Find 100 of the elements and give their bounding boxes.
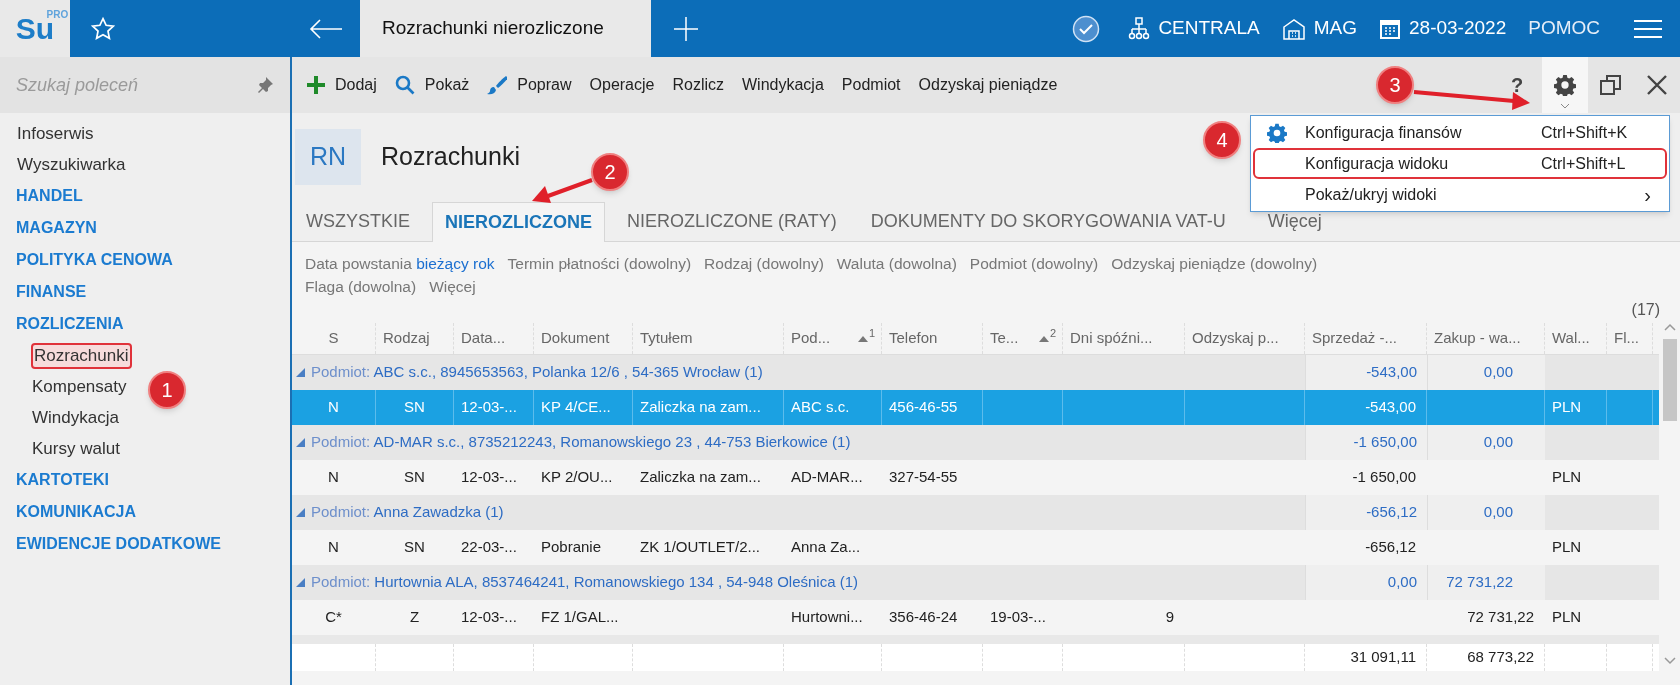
- nav-section[interactable]: HANDEL: [16, 184, 83, 208]
- toolbar-button[interactable]: Operacje: [589, 73, 655, 97]
- column-header[interactable]: Rodzaj: [376, 323, 454, 354]
- filter-link[interactable]: Więcej: [429, 275, 476, 298]
- tab[interactable]: NIEROZLICZONE (RATY): [615, 201, 849, 241]
- total-sum: 68 773,22: [1467, 647, 1534, 668]
- column-header[interactable]: S: [292, 323, 376, 354]
- menu-label: Konfiguracja finansów: [1305, 122, 1463, 143]
- plus-icon[interactable]: [673, 15, 699, 42]
- table-row[interactable]: N SN 22-03-... Pobranie ZK 1/OUTLET/2... Anna Za... -656,12 PLN: [292, 530, 1659, 565]
- column-header[interactable]: Wal...: [1545, 323, 1607, 354]
- group-sum: 0,00: [1427, 495, 1545, 530]
- status-label[interactable]: CENTRALA: [1158, 14, 1260, 43]
- column-header[interactable]: Dni spóźni...: [1063, 323, 1185, 354]
- table-cell-text: SN: [404, 537, 425, 558]
- menu-icon[interactable]: [1634, 18, 1662, 39]
- tab[interactable]: DOKUMENTY DO SKORYGOWANIA VAT-U: [858, 201, 1238, 241]
- table-cell-text: SN: [404, 397, 425, 418]
- table-cell-text: FZ 1/GAL...: [541, 607, 619, 628]
- table-cell-text: 22-03-...: [461, 537, 517, 558]
- nav-section[interactable]: EWIDENCJE DODATKOWE: [16, 532, 222, 556]
- nav-item[interactable]: Kompensaty: [31, 373, 128, 400]
- search-input[interactable]: Szukaj poleceń: [16, 71, 236, 99]
- collapse-icon[interactable]: [296, 368, 305, 377]
- restore-icon: [1600, 74, 1622, 96]
- back-arrow-icon[interactable]: [309, 18, 343, 39]
- document-tab[interactable]: Rozrachunki nierozliczone: [360, 0, 651, 57]
- column-header[interactable]: Dokument: [534, 323, 633, 354]
- tab[interactable]: WSZYSTKIE: [294, 201, 422, 241]
- toolbar-button[interactable]: Podmiot: [841, 73, 901, 97]
- column-header[interactable]: Te... 2: [983, 323, 1063, 354]
- toolbar-button[interactable]: Popraw: [487, 73, 572, 97]
- filter-link[interactable]: Podmiot (dowolny): [969, 252, 1099, 275]
- column-header[interactable]: Zakup - wa...: [1427, 323, 1545, 354]
- table-cell-text: 12-03-...: [461, 397, 517, 418]
- filter-link[interactable]: Odzyskaj pieniądze (dowolny): [1111, 252, 1318, 275]
- collapse-icon[interactable]: [296, 438, 305, 447]
- table-cell-text: ZK 1/OUTLET/2...: [640, 537, 761, 558]
- table-cell-text: 356-46-24: [889, 607, 958, 628]
- scroll-up-icon[interactable]: [1663, 323, 1676, 331]
- status-label[interactable]: MAG: [1313, 14, 1357, 43]
- sort-icon: [857, 335, 868, 342]
- nav-section[interactable]: ROZLICZENIA: [16, 312, 124, 336]
- table-cell-text: N: [328, 397, 339, 418]
- network-icon[interactable]: [1128, 16, 1151, 41]
- scrollbar-thumb[interactable]: [1662, 339, 1677, 421]
- tab[interactable]: NIEROZLICZONE: [432, 202, 605, 242]
- pin-icon[interactable]: [256, 76, 274, 94]
- help-button[interactable]: ?: [1492, 70, 1542, 100]
- nav-section[interactable]: MAGAZYN: [16, 216, 97, 240]
- table-row[interactable]: C* Z 12-03-... FZ 1/GAL... Hurtowni... 356-46-24 19-03-... 9 72 731,22 PLN: [292, 600, 1659, 635]
- table-row[interactable]: N SN 12-03-... KP 4/CE... Zaliczka na zam... ABC s.c. 456-46-55 -543,00 PLN: [292, 390, 1659, 425]
- building-icon[interactable]: [1281, 17, 1306, 40]
- calendar-icon[interactable]: [1379, 17, 1401, 40]
- nav-item[interactable]: Rozrachunki: [31, 342, 132, 369]
- group-label[interactable]: Podmiot: AD-MAR s.c., 8735212243, Romanowskiego 23 , 44-753 Bierkowice (1): [311, 431, 851, 454]
- nav-item[interactable]: Infoserwis: [16, 120, 95, 147]
- nav-item[interactable]: Wyszukiwarka: [16, 151, 127, 178]
- nav-section[interactable]: KARTOTEKI: [16, 468, 110, 492]
- star-icon[interactable]: [90, 15, 116, 42]
- filter-link[interactable]: Waluta (dowolna): [836, 252, 957, 275]
- scroll-down-icon[interactable]: [1663, 657, 1676, 665]
- toolbar-button[interactable]: Dodaj: [307, 73, 377, 97]
- sort-order: 2: [1049, 326, 1056, 341]
- collapse-icon[interactable]: [296, 508, 305, 517]
- group-label[interactable]: Podmiot: Anna Zawadzka (1): [311, 501, 504, 524]
- toolbar-button[interactable]: Pokaż: [394, 73, 470, 97]
- group-label[interactable]: Podmiot: Hurtownia ALA, 8537464241, Romanowskiego 134 , 54-948 Oleśnica (1): [311, 571, 858, 594]
- column-header[interactable]: Odzyskaj p...: [1185, 323, 1305, 354]
- status-label[interactable]: 28-03-2022: [1409, 14, 1507, 43]
- nav-section[interactable]: FINANSE: [16, 280, 87, 304]
- menu-item[interactable]: Konfiguracja widoku Ctrl+Shift+L: [1253, 148, 1667, 179]
- toolbar-button[interactable]: Windykacja: [742, 73, 824, 97]
- table-row[interactable]: N SN 12-03-... KP 2/OU... Zaliczka na zam... AD-MAR... 327-54-55 -1 650,00 PLN: [292, 460, 1659, 495]
- toolbar-button[interactable]: Odzyskaj pieniądze: [918, 73, 1058, 97]
- column-header[interactable]: Pod... 1: [784, 323, 882, 354]
- column-header[interactable]: Tytułem: [633, 323, 784, 354]
- column-header[interactable]: Data...: [454, 323, 534, 354]
- menu-item[interactable]: Konfiguracja finansów Ctrl+Shift+K: [1253, 117, 1667, 148]
- group-label[interactable]: Podmiot: ABC s.c., 8945653563, Polanka 12/6 , 54-365 Wrocław (1): [311, 361, 763, 384]
- nav-item[interactable]: Kursy walut: [31, 435, 121, 462]
- collapse-icon[interactable]: [296, 578, 305, 587]
- filter-link[interactable]: Termin płatności (dowolny): [507, 252, 692, 275]
- table-cell-text: KP 2/OU...: [541, 467, 613, 488]
- check-circle-icon[interactable]: [1072, 14, 1101, 43]
- column-header[interactable]: Telefon: [882, 323, 983, 354]
- filter-link[interactable]: Rodzaj (dowolny): [704, 252, 824, 275]
- filter-link[interactable]: Flaga (dowolna): [305, 275, 417, 298]
- nav-section[interactable]: KOMUNIKACJA: [16, 500, 136, 524]
- settings-button[interactable]: [1542, 57, 1588, 113]
- submenu-arrow: ›: [1644, 182, 1652, 208]
- nav-section[interactable]: POLITYKA CENOWA: [16, 248, 173, 272]
- filter-link[interactable]: Data powstania bieżący rok: [305, 252, 495, 275]
- nav-item[interactable]: Windykacja: [31, 404, 120, 431]
- column-header[interactable]: Sprzedaż -...: [1305, 323, 1427, 354]
- help-link[interactable]: POMOC: [1528, 14, 1600, 43]
- table-cell-text: SN: [404, 467, 425, 488]
- toolbar-button[interactable]: Rozlicz: [672, 73, 724, 97]
- search-field[interactable]: Szukaj poleceń: [0, 57, 290, 113]
- column-header[interactable]: Fl...: [1607, 323, 1653, 354]
